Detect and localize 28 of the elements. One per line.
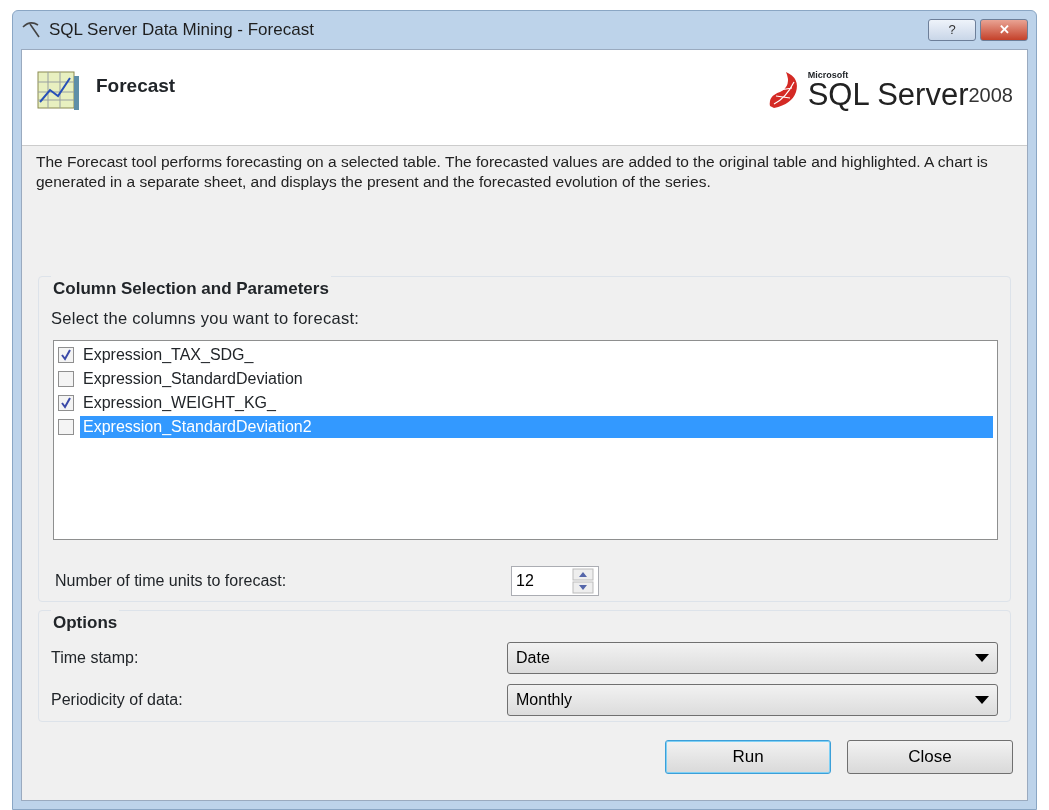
checkbox[interactable] <box>58 371 74 388</box>
logo-vendor: Microsoft <box>807 71 850 80</box>
field-label: Periodicity of data: <box>51 689 184 710</box>
description-text: The Forecast tool performs forecasting on a selected table. The forecasted values are added to the original table and highlighted. A chart is generated in a separate sheet, and displays the present and the forecasted evolution of the series. <box>36 153 988 190</box>
dialog-button[interactable]: Run <box>665 740 831 774</box>
caret-icon <box>975 653 989 662</box>
checkbox[interactable] <box>58 395 74 412</box>
column-item[interactable]: Expression_StandardDeviation <box>80 368 993 391</box>
prompt-text: Select the columns you want to forecast: <box>51 308 360 327</box>
dropdown[interactable]: Date <box>507 641 998 674</box>
window-title: SQL Server Data Mining - Forecast <box>49 19 314 42</box>
time-units-spinner[interactable]: 12 <box>511 566 599 597</box>
field-label: Time stamp: <box>51 647 140 668</box>
pickaxe-icon <box>21 21 41 39</box>
dropdown[interactable]: Monthly <box>507 683 998 716</box>
column-item[interactable]: Expression_WEIGHT_KG_ <box>80 392 993 415</box>
dialog-button[interactable]: Close <box>847 740 1013 774</box>
field-label: Number of time units to forecast: <box>55 571 288 592</box>
column-item[interactable]: Expression_TAX_SDG_ <box>80 344 993 367</box>
logo-product: SQL Server <box>807 80 969 110</box>
help-button[interactable]: ? <box>928 19 976 41</box>
caret-icon <box>975 695 989 704</box>
logo-version: 2008 <box>968 83 1013 108</box>
checkbox[interactable] <box>58 347 74 364</box>
header-title: Forecast <box>96 74 176 98</box>
chart-table-icon <box>36 68 80 112</box>
spin-arrows-icon[interactable] <box>572 568 594 595</box>
checkbox[interactable] <box>58 419 74 436</box>
